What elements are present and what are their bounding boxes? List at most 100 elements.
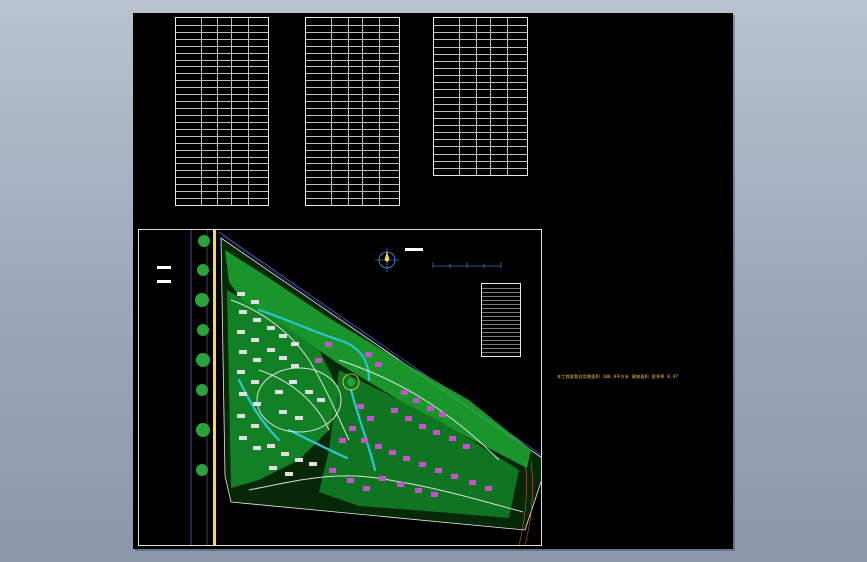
table-row-line xyxy=(176,135,268,137)
legend-row xyxy=(482,332,520,333)
table-row-line xyxy=(306,128,399,130)
legend-row xyxy=(482,328,520,329)
table-row-line xyxy=(434,53,527,55)
table-row-line xyxy=(434,82,527,84)
table-row-line xyxy=(306,87,399,89)
table-col-line xyxy=(347,18,349,205)
table-row-line xyxy=(176,45,268,47)
legend-row xyxy=(482,344,520,345)
table-row-line xyxy=(176,156,268,158)
table-row-line xyxy=(176,108,268,110)
table-col-line xyxy=(361,18,363,205)
table-row-line xyxy=(434,125,527,127)
legend-row xyxy=(482,288,520,289)
table-row-line xyxy=(434,96,527,98)
table-row-line xyxy=(176,191,268,193)
table-col-line xyxy=(217,18,219,205)
table-row-line xyxy=(306,156,399,158)
table-row-line xyxy=(306,24,399,26)
legend-row xyxy=(482,352,520,353)
table-row-line xyxy=(434,67,527,69)
table-col-line xyxy=(475,18,477,175)
table-row-line xyxy=(176,170,268,172)
table-row-line xyxy=(306,52,399,54)
table-row-line xyxy=(176,163,268,165)
table-row-line xyxy=(176,149,268,151)
road-label-box xyxy=(157,280,171,283)
table-row-line xyxy=(176,142,268,144)
table-row-line xyxy=(306,38,399,40)
table-row-line xyxy=(306,45,399,47)
legend-row xyxy=(482,336,520,337)
table-row-line xyxy=(306,114,399,116)
table-row-line xyxy=(306,191,399,193)
economic-index-table-3 xyxy=(433,17,528,176)
legend-row xyxy=(482,348,520,349)
table-row-line xyxy=(434,32,527,34)
table-row-line xyxy=(306,59,399,61)
legend-row xyxy=(482,308,520,309)
table-row-line xyxy=(306,184,399,186)
legend-row xyxy=(482,316,520,317)
table-row-line xyxy=(176,114,268,116)
table-row-line xyxy=(306,121,399,123)
table-row-line xyxy=(176,38,268,40)
table-col-line xyxy=(459,18,461,175)
legend-row xyxy=(482,296,520,297)
economic-index-table-1 xyxy=(175,17,269,206)
table-col-line xyxy=(378,18,380,205)
site-plan-drawing xyxy=(157,230,541,545)
table-row-line xyxy=(434,46,527,48)
table-row-line xyxy=(176,80,268,82)
legend-row xyxy=(482,292,520,293)
bottom-right-note: 本工程规划总用地面积 100.9平方米 建筑面积 容积率 0.47 xyxy=(557,374,679,379)
legend-row xyxy=(482,324,520,325)
legend-row xyxy=(482,300,520,301)
table-row-line xyxy=(176,128,268,130)
table-row-line xyxy=(306,177,399,179)
table-row-line xyxy=(434,103,527,105)
table-row-line xyxy=(434,39,527,41)
legend-row xyxy=(482,312,520,313)
table-row-line xyxy=(434,75,527,77)
table-row-line xyxy=(434,153,527,155)
table-row-line xyxy=(306,170,399,172)
table-row-line xyxy=(306,101,399,103)
table-row-line xyxy=(176,184,268,186)
table-row-line xyxy=(306,94,399,96)
legend-table xyxy=(481,283,521,357)
table-row-line xyxy=(434,110,527,112)
site-plan-frame xyxy=(138,229,542,546)
table-row-line xyxy=(306,135,399,137)
main-road-vertical xyxy=(213,230,216,545)
table-row-line xyxy=(434,25,527,27)
road-label-box xyxy=(157,266,171,269)
table-col-line xyxy=(489,18,491,175)
table-row-line xyxy=(306,149,399,151)
vegetation-layer xyxy=(195,235,531,518)
table-col-line xyxy=(231,18,233,205)
central-plaza-core xyxy=(347,378,355,386)
table-col-line xyxy=(506,18,508,175)
table-row-line xyxy=(306,108,399,110)
drawing-sheet: 本工程规划总用地面积 100.9平方米 建筑面积 容积率 0.47 xyxy=(133,13,733,549)
table-row-line xyxy=(176,73,268,75)
table-row-line xyxy=(434,89,527,91)
table-row-line xyxy=(176,121,268,123)
table-row-line xyxy=(176,66,268,68)
table-row-line xyxy=(176,94,268,96)
table-row-line xyxy=(176,59,268,61)
table-row-line xyxy=(434,146,527,148)
table-row-line xyxy=(306,163,399,165)
table-col-line xyxy=(247,18,249,205)
table-row-line xyxy=(176,24,268,26)
table-row-line xyxy=(306,73,399,75)
table-row-line xyxy=(434,139,527,141)
table-row-line xyxy=(306,142,399,144)
table-row-line xyxy=(176,87,268,89)
table-col-line xyxy=(331,18,333,205)
table-row-line xyxy=(176,101,268,103)
table-row-line xyxy=(306,80,399,82)
legend-row xyxy=(482,320,520,321)
table-row-line xyxy=(434,167,527,169)
